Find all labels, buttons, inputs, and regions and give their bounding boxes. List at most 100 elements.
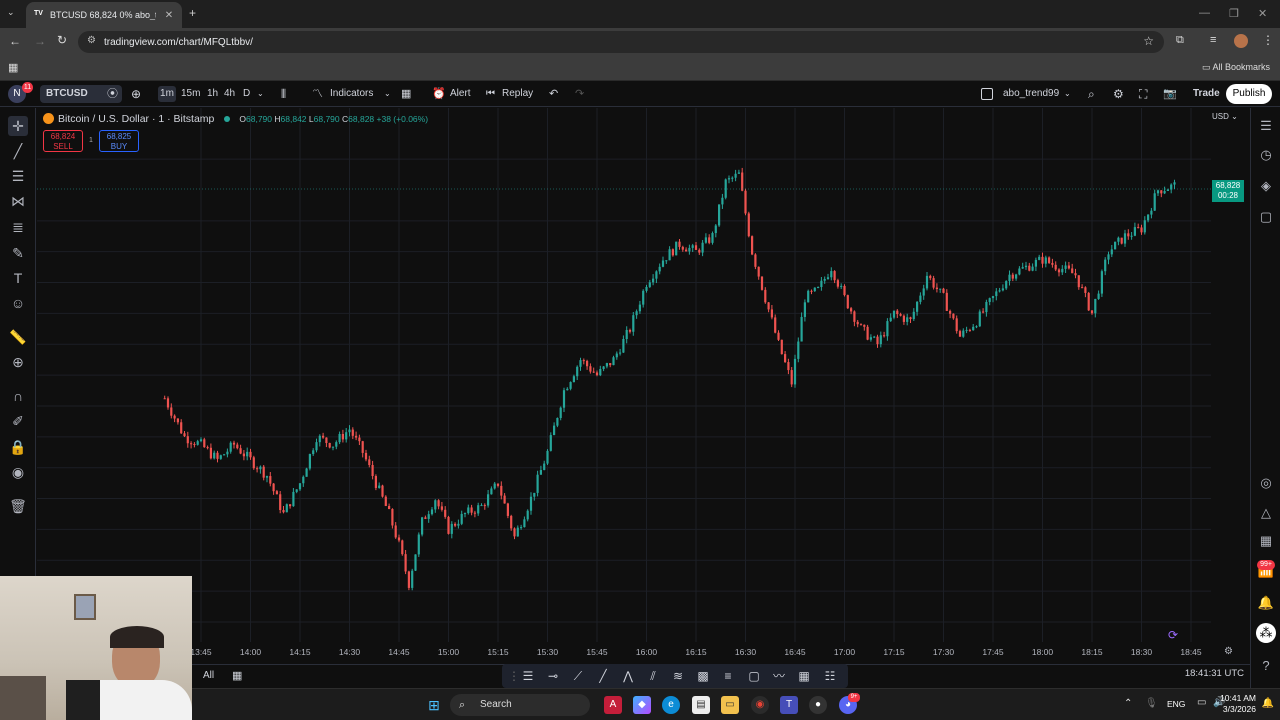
crosshair-icon[interactable]: ✛ (8, 116, 28, 136)
price-chart[interactable]: 69,00068,60068,40068,20068,00067,80067,6… (37, 108, 1211, 664)
minimize-icon[interactable]: — (1199, 7, 1210, 19)
chrome-menu-icon[interactable]: ⋮ (1262, 33, 1274, 47)
network-icon[interactable]: ▭ (1197, 697, 1206, 708)
grid-pattern-icon[interactable]: ▦ (796, 668, 812, 684)
forward-icon[interactable]: → (34, 34, 46, 48)
horizontal-ray-icon[interactable]: ⊸ (545, 668, 561, 684)
lines-icon[interactable]: ☰ (520, 668, 536, 684)
interval-dropdown-icon[interactable]: ⌄ (257, 86, 264, 102)
app-icon-red[interactable]: A (604, 696, 622, 714)
chat-icon[interactable]: ▢ (1256, 207, 1276, 227)
maximize-icon[interactable]: ❐ (1229, 7, 1239, 20)
browser-tab[interactable]: TV BTCUSD 68,824 0% abo_trend9... ✕ (26, 2, 182, 28)
interval-d[interactable]: D (243, 86, 250, 102)
fullscreen-icon[interactable]: ⛶ (1139, 86, 1147, 102)
layout-dropdown-icon[interactable]: ⌄ (1064, 86, 1071, 102)
alert-button[interactable]: Alert (450, 86, 471, 102)
obs-icon[interactable]: ● (809, 696, 827, 714)
chrome-icon[interactable]: ◉ (751, 696, 769, 714)
windows-start-icon[interactable]: ⊞ (425, 696, 443, 714)
pitchfork-icon[interactable]: ⋈ (8, 191, 28, 211)
bookmark-star-icon[interactable]: ☆ (1143, 34, 1154, 48)
redo-icon[interactable]: ↷ (575, 86, 584, 102)
channel-icon[interactable]: ⫽ (645, 668, 661, 684)
watchlist-icon[interactable]: ☰ (1256, 116, 1276, 136)
back-icon[interactable]: ← (9, 34, 21, 48)
fib-retracement-icon[interactable]: ≣ (8, 217, 28, 237)
brush-icon[interactable]: ✎ (8, 243, 28, 263)
settings-gear-icon[interactable]: ⚙ (1113, 86, 1124, 102)
edge-icon[interactable]: e (662, 696, 680, 714)
apps-grid-icon[interactable]: ▦ (8, 61, 18, 74)
new-tab-button[interactable]: + (189, 6, 196, 20)
zoom-in-icon[interactable]: ⊕ (8, 352, 28, 372)
indicators-icon[interactable]: 〽 (312, 86, 323, 102)
mic-icon[interactable]: 🎙 (1145, 698, 1158, 709)
publish-button[interactable]: Publish (1226, 84, 1272, 104)
extensions-icon[interactable]: ⧉ (1176, 34, 1184, 47)
buy-button[interactable]: 68,825 BUY (99, 130, 139, 152)
range-all[interactable]: All (203, 670, 214, 681)
object-tree-icon[interactable]: ◈ (1256, 176, 1276, 196)
horizontal-lines-icon[interactable]: ☰ (8, 166, 28, 186)
quick-search-icon[interactable]: ⌕ (1088, 86, 1095, 102)
undo-icon[interactable]: ↶ (549, 86, 558, 102)
compare-icon[interactable]: ⦿ (107, 86, 118, 102)
interval-4h[interactable]: 4h (224, 86, 235, 102)
profile-avatar[interactable] (1234, 34, 1248, 48)
pattern-icon[interactable]: ⋀ (620, 668, 636, 684)
utc-clock[interactable]: 18:41:31 UTC (1185, 668, 1244, 679)
settings-list-icon[interactable]: ☷ (822, 668, 838, 684)
gann-box-icon[interactable]: ▩ (695, 668, 711, 684)
add-symbol-icon[interactable]: ⊕ (131, 86, 141, 102)
snapshot-camera-icon[interactable]: 📷 (1163, 86, 1177, 102)
layout-icon[interactable] (981, 88, 993, 100)
products-grid-icon[interactable]: ⁂ (1256, 623, 1276, 643)
help-icon[interactable]: ? (1256, 656, 1276, 676)
trend-line-icon[interactable]: ╱ (8, 141, 28, 161)
notifications-bell-icon[interactable]: 🔔 (1256, 593, 1276, 613)
trade-button[interactable]: Trade (1193, 86, 1220, 102)
interval-15m[interactable]: 15m (181, 86, 200, 102)
system-clock[interactable]: 10:41 AM 3/3/2026 (1220, 693, 1256, 715)
parallel-channel-icon[interactable]: ≋ (670, 668, 686, 684)
replay-button[interactable]: Replay (502, 86, 533, 102)
teams-icon[interactable]: T (780, 696, 798, 714)
indicators-button[interactable]: Indicators (330, 86, 373, 102)
notification-center-icon[interactable]: 🔔 (1262, 698, 1274, 709)
fib-fan-icon[interactable]: ⟋ (570, 668, 586, 684)
fib-lines-icon[interactable]: ≡ (720, 668, 736, 684)
magnet-icon[interactable]: ∩ (8, 386, 28, 406)
stay-in-drawing-icon[interactable]: ✐ (8, 411, 28, 431)
layout-name[interactable]: abo_trend99 (1003, 86, 1059, 102)
path-icon[interactable]: 〰 (771, 668, 787, 684)
emoji-icon[interactable]: ☺ (8, 293, 28, 313)
copilot-icon[interactable]: ◆ (633, 696, 651, 714)
tab-close-icon[interactable]: ✕ (162, 10, 176, 21)
indicators-dropdown-icon[interactable]: ⌄ (384, 86, 391, 102)
file-explorer-icon[interactable]: ▭ (721, 696, 739, 714)
candle-type-icon[interactable]: ⫴ (281, 86, 286, 102)
interval-1m[interactable]: 1m (158, 86, 176, 102)
calendar-icon[interactable]: ▦ (1256, 531, 1276, 551)
reload-icon[interactable]: ↻ (57, 33, 67, 47)
rectangle-icon[interactable]: ▢ (746, 668, 762, 684)
ruler-icon[interactable]: 📏 (8, 327, 28, 347)
taskbar-search[interactable]: ⌕ Search (450, 694, 590, 716)
close-window-icon[interactable]: ✕ (1258, 7, 1267, 20)
language-indicator[interactable]: ENG (1167, 699, 1185, 709)
alerts-clock-icon[interactable]: ◷ (1256, 145, 1276, 165)
ideas-icon[interactable]: △ (1256, 503, 1276, 523)
target-icon[interactable]: ◎ (1256, 473, 1276, 493)
alert-icon[interactable]: ⏰ (432, 86, 446, 102)
currency-selector[interactable]: USD ⌄ (1212, 112, 1238, 121)
all-bookmarks[interactable]: ▭ All Bookmarks (1202, 62, 1270, 73)
sell-button[interactable]: 68,824 SELL (43, 130, 83, 152)
text-tool-icon[interactable]: T (8, 268, 28, 288)
tray-chevron-icon[interactable]: ⌃ (1124, 698, 1132, 709)
url-field[interactable]: ⚙ tradingview.com/chart/MFQLtbbv/ ☆ (78, 31, 1164, 53)
legend-symbol[interactable]: Bitcoin / U.S. Dollar · 1 · Bitstamp (58, 113, 214, 125)
tab-search-icon[interactable]: ⌄ (7, 7, 15, 18)
go-to-date-icon[interactable]: ▦ (232, 669, 242, 682)
eye-icon[interactable]: ◉ (8, 462, 28, 482)
